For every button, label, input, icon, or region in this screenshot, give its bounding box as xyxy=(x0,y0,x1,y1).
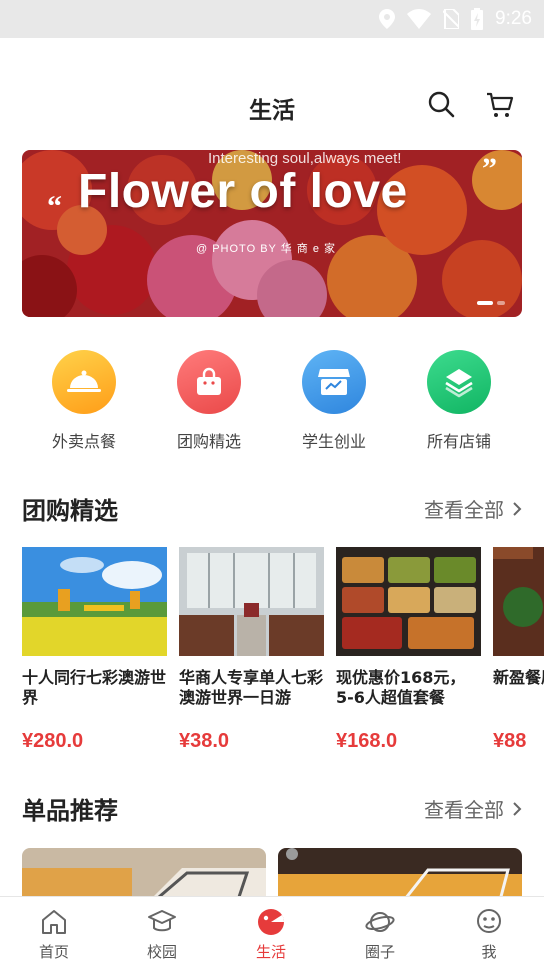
nav-label: 校园 xyxy=(146,943,177,961)
product-name: 十人同行七彩澳游世界 xyxy=(22,668,167,707)
chevron-right-icon xyxy=(513,501,522,516)
quick-entry-label: 学生创业 xyxy=(301,432,366,451)
wifi-icon xyxy=(407,9,432,29)
cart-button[interactable] xyxy=(485,90,515,120)
nav-home[interactable]: 首页 xyxy=(0,907,108,962)
nav-me[interactable]: 我 xyxy=(435,907,543,962)
profile-icon xyxy=(474,907,504,937)
open-quote: “ xyxy=(47,190,62,223)
group-buy-item[interactable]: 华商人专享单人七彩澳游世界一日游 ¥38.0 xyxy=(179,547,324,753)
carousel-indicator xyxy=(477,301,505,305)
product-image xyxy=(22,848,266,896)
quick-entry-label: 所有店铺 xyxy=(426,432,491,451)
cart-icon xyxy=(487,92,514,117)
product-price: ¥38.0 xyxy=(179,730,230,752)
view-all-single-link[interactable]: 查看全部 xyxy=(424,794,522,823)
nav-label: 圈子 xyxy=(364,943,395,961)
carousel-dot xyxy=(497,301,505,305)
view-all-group-buy-link[interactable]: 查看全部 xyxy=(424,494,522,523)
product-price: ¥168.0 xyxy=(336,730,398,752)
product-name: 新盈餐原 xyxy=(493,668,544,687)
life-icon xyxy=(256,907,286,937)
single-item-card[interactable] xyxy=(278,848,522,896)
single-recommend-header: 单品推荐 查看全部 xyxy=(22,791,522,827)
group-buy-item[interactable]: 十人同行七彩澳游世界 ¥280.0 xyxy=(22,547,167,753)
status-bar: 9:26 xyxy=(0,0,544,38)
product-price: ¥88 xyxy=(493,730,527,752)
single-recommend-list xyxy=(22,848,522,896)
close-quote: ” xyxy=(482,152,497,185)
single-item-card[interactable] xyxy=(22,848,266,896)
banner-title: Flower of love xyxy=(78,165,408,218)
quick-entry-label: 外卖点餐 xyxy=(51,432,116,451)
product-name: 华商人专享单人七彩澳游世界一日游 xyxy=(179,668,324,707)
bottom-navigation: 首页 校园 生活 圈子 我 xyxy=(0,896,544,968)
product-thumbnail xyxy=(179,547,324,656)
page-title: 生活 xyxy=(249,98,295,124)
group-buy-item[interactable]: 新盈餐原 ¥88 xyxy=(493,547,544,753)
group-buy-list: 十人同行七彩澳游世界 ¥280.0 华商人专享单人七彩澳游世界一日游 ¥38.0 xyxy=(22,547,544,757)
nav-campus[interactable]: 校园 xyxy=(108,907,216,962)
no-sim-icon xyxy=(443,9,460,29)
product-thumbnail xyxy=(493,547,544,656)
storefront-icon xyxy=(302,350,366,414)
nav-circle[interactable]: 圈子 xyxy=(326,907,434,962)
product-thumbnail xyxy=(336,547,481,656)
layers-icon xyxy=(427,350,491,414)
location-icon xyxy=(379,9,396,29)
chevron-right-icon xyxy=(513,801,522,816)
campus-icon xyxy=(147,907,177,937)
nav-life[interactable]: 生活 xyxy=(217,907,325,962)
product-image xyxy=(278,848,522,896)
quick-entry-food[interactable]: 外卖点餐 xyxy=(24,350,144,452)
view-all-label: 查看全部 xyxy=(424,798,504,822)
shopping-bag-icon xyxy=(177,350,241,414)
home-icon xyxy=(39,907,69,937)
banner-credit: @ PHOTO BY 华 商 e 家 xyxy=(196,243,337,255)
product-price: ¥280.0 xyxy=(22,730,84,752)
nav-label: 首页 xyxy=(38,943,69,961)
section-title: 团购精选 xyxy=(22,497,118,525)
view-all-label: 查看全部 xyxy=(424,498,504,522)
carousel-dot-active xyxy=(477,301,493,305)
search-icon xyxy=(428,91,455,118)
promo-banner[interactable]: Interesting soul,always meet! “ ” Flower… xyxy=(22,150,522,317)
planet-icon xyxy=(365,907,395,937)
product-thumbnail xyxy=(22,547,167,656)
quick-entry-label: 团购精选 xyxy=(176,432,241,451)
quick-entry-grid: 外卖点餐 团购精选 学生创业 所有店铺 xyxy=(0,350,544,460)
battery-charging-icon xyxy=(471,8,484,30)
quick-entry-group-buy[interactable]: 团购精选 xyxy=(149,350,269,452)
product-name: 现优惠价168元，5-6人超值套餐 xyxy=(336,668,466,707)
clock: 9:26 xyxy=(495,8,532,29)
nav-label: 我 xyxy=(481,943,497,961)
search-button[interactable] xyxy=(427,90,457,120)
group-buy-item[interactable]: 现优惠价168元，5-6人超值套餐 ¥168.0 xyxy=(336,547,481,753)
group-buy-header: 团购精选 查看全部 xyxy=(22,491,522,527)
food-cloche-icon xyxy=(52,350,116,414)
nav-label: 生活 xyxy=(255,943,286,961)
section-title: 单品推荐 xyxy=(22,797,118,825)
quick-entry-student-startup[interactable]: 学生创业 xyxy=(274,350,394,452)
app-header: 生活 xyxy=(0,38,544,148)
quick-entry-all-stores[interactable]: 所有店铺 xyxy=(399,350,519,452)
status-icons: 9:26 xyxy=(379,8,532,30)
